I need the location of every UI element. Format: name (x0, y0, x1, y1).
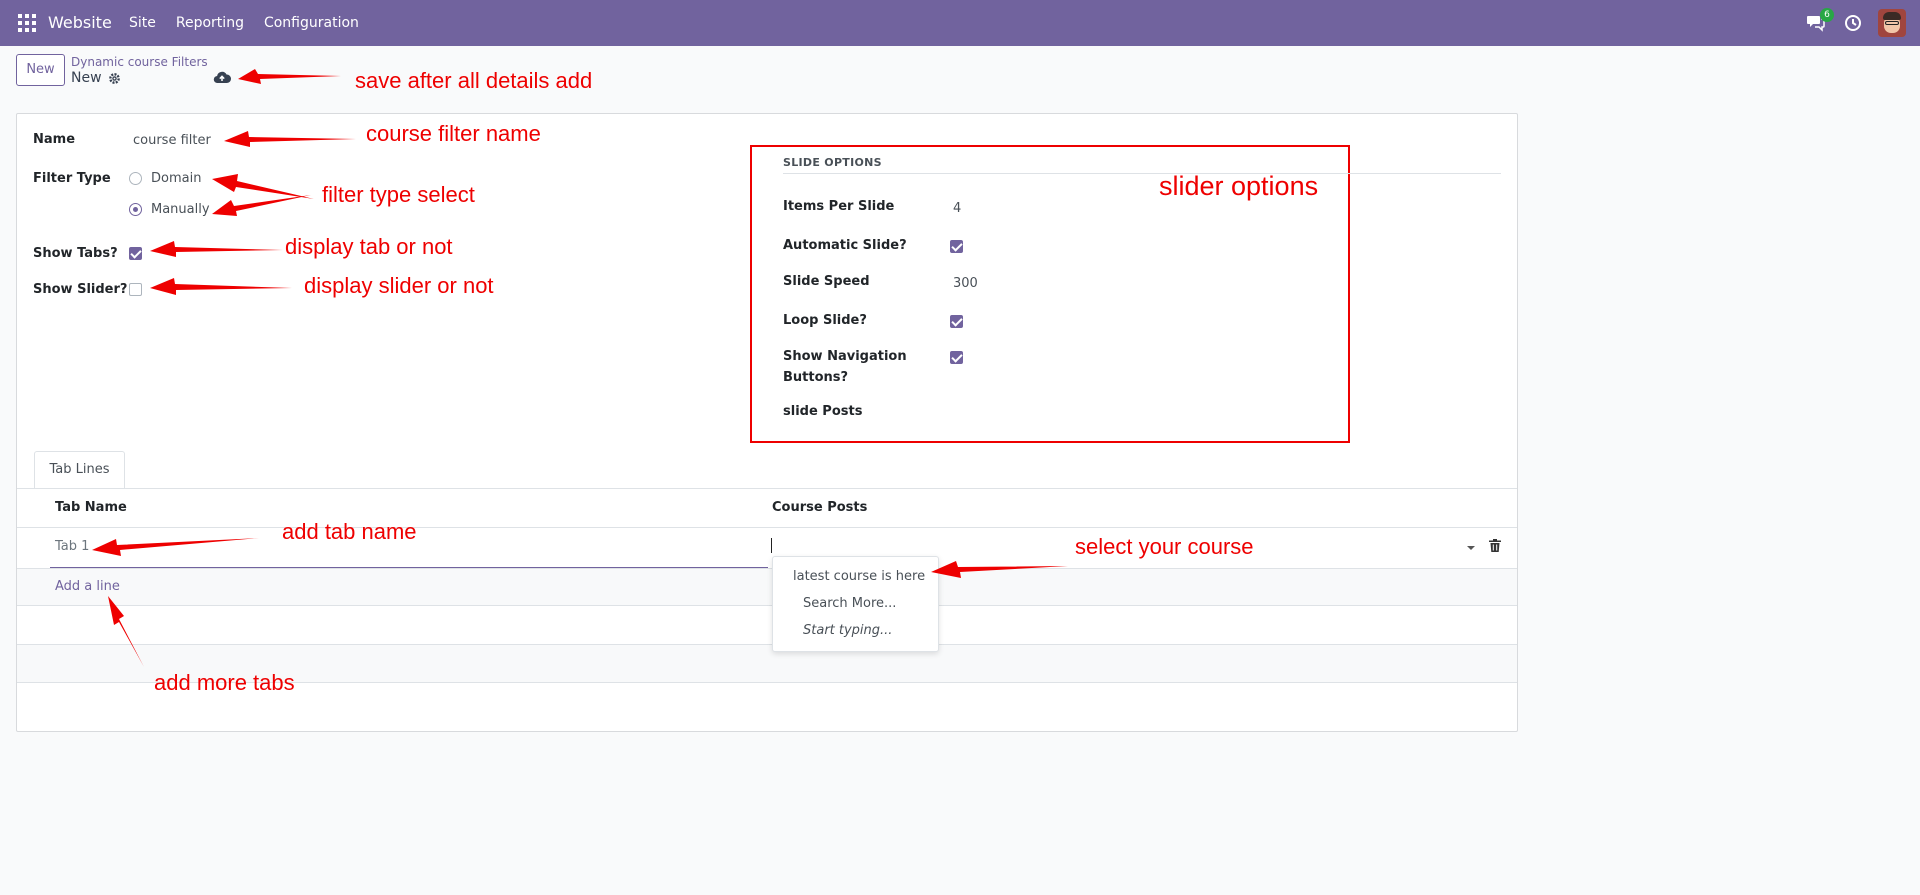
record-name: New (71, 70, 121, 86)
app-brand[interactable]: Website (48, 13, 112, 32)
show-tabs-checkbox[interactable] (129, 247, 142, 260)
note-tab-name: add tab name (282, 519, 417, 544)
filter-type-manually-label[interactable]: Manually (151, 202, 210, 217)
save-cloud-icon[interactable] (213, 70, 231, 84)
clock-icon[interactable] (1844, 14, 1862, 32)
note-slider: display slider or not (304, 273, 494, 298)
note-save: save after all details add (355, 68, 593, 93)
name-label: Name (33, 132, 76, 147)
note-course: select your course (1075, 534, 1254, 559)
note-more-tabs: add more tabs (154, 670, 295, 695)
note-name: course filter name (366, 121, 541, 146)
gear-icon[interactable] (108, 72, 121, 85)
row-divider-2 (17, 605, 1517, 606)
dropdown-item-start-typing: Start typing... (803, 623, 893, 638)
show-slider-label: Show Slider? (33, 282, 128, 297)
record-name-text: New (71, 70, 102, 86)
nav-systray: 6 (1806, 8, 1906, 37)
apps-menu-icon[interactable] (18, 14, 36, 32)
user-avatar[interactable] (1878, 9, 1906, 37)
nav-menu-site[interactable]: Site (129, 15, 156, 31)
items-per-slide-label: Items Per Slide (783, 199, 895, 214)
slide-options-title: SLIDE OPTIONS (783, 156, 882, 169)
arrow-save (238, 69, 341, 84)
show-nav-label: Show Navigation (783, 349, 907, 364)
tab-divider (17, 488, 1517, 489)
course-posts-input[interactable] (771, 538, 772, 553)
automatic-slide-checkbox[interactable] (950, 240, 963, 253)
show-nav-label-line2: Buttons? (783, 370, 849, 385)
show-slider-checkbox[interactable] (129, 283, 142, 296)
show-nav-checkbox[interactable] (950, 351, 963, 364)
note-tabs: display tab or not (285, 234, 453, 259)
add-line-link[interactable]: Add a line (55, 579, 120, 594)
automatic-slide-label: Automatic Slide? (783, 238, 907, 253)
filter-type-label: Filter Type (33, 171, 111, 186)
slide-speed-label: Slide Speed (783, 274, 870, 289)
filter-type-domain-label[interactable]: Domain (151, 171, 201, 186)
loop-slide-checkbox[interactable] (950, 315, 963, 328)
loop-slide-label: Loop Slide? (783, 313, 867, 328)
nav-menu: Site Reporting Configuration (129, 15, 359, 31)
nav-menu-reporting[interactable]: Reporting (176, 15, 244, 31)
note-filter-type: filter type select (322, 182, 475, 207)
filter-type-manually-radio[interactable] (129, 203, 142, 216)
column-course-posts[interactable]: Course Posts (772, 500, 867, 515)
nav-menu-configuration[interactable]: Configuration (264, 15, 359, 31)
slide-posts-label: slide Posts (783, 404, 863, 419)
slide-speed-field[interactable]: 300 (953, 276, 978, 291)
dropdown-item-latest-course[interactable]: latest course is here (793, 569, 925, 584)
add-line-row (17, 569, 1517, 605)
chevron-down-icon[interactable] (1467, 546, 1475, 550)
top-navbar: Website Site Reporting Configuration 6 (0, 0, 1920, 46)
slide-options-separator (783, 173, 1501, 174)
breadcrumb[interactable]: Dynamic course Filters (71, 55, 208, 69)
column-tab-name[interactable]: Tab Name (55, 500, 127, 515)
chat-count-badge: 6 (1820, 8, 1834, 22)
trash-icon[interactable] (1489, 539, 1501, 552)
tab-tab-lines[interactable]: Tab Lines (34, 451, 125, 489)
course-autocomplete-dropdown: latest course is here Search More... Sta… (772, 556, 939, 652)
new-button[interactable]: New (16, 54, 65, 86)
filter-type-domain-radio[interactable] (129, 172, 142, 185)
header-divider (17, 527, 1517, 528)
dropdown-item-search-more[interactable]: Search More... (803, 596, 896, 611)
name-field[interactable]: course filter (133, 133, 211, 148)
note-slider-options: slider options (1159, 171, 1319, 201)
items-per-slide-field[interactable]: 4 (953, 201, 961, 216)
show-tabs-label: Show Tabs? (33, 246, 118, 261)
chat-icon[interactable]: 6 (1806, 8, 1834, 34)
tab-name-input[interactable]: Tab 1 (55, 539, 89, 554)
